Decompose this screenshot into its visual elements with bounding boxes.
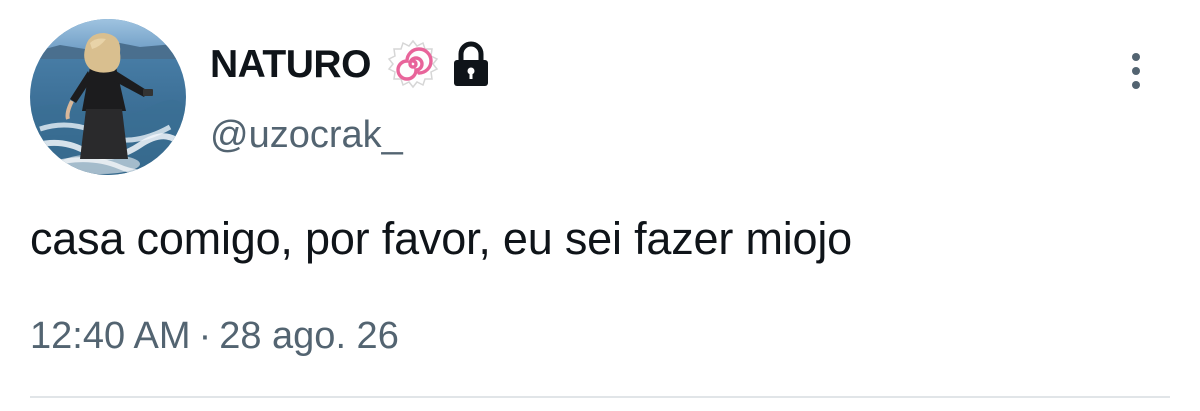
tweet-card: NATURO @uzocrak_ casa comigo, por favor,…	[0, 0, 1200, 411]
user-handle[interactable]: @uzocrak_	[210, 116, 403, 154]
divider	[30, 396, 1170, 398]
naruto-spiral-icon	[387, 38, 439, 90]
display-name[interactable]: NATURO	[210, 45, 371, 84]
tweet-date: 28 ago. 26	[219, 315, 399, 357]
timestamp-separator: ·	[198, 315, 212, 357]
more-vertical-icon	[1132, 53, 1140, 89]
avatar-photo	[30, 19, 186, 175]
more-options-button[interactable]	[1120, 48, 1152, 94]
tweet-time: 12:40 AM	[30, 315, 191, 357]
lock-icon	[451, 41, 491, 87]
tweet-timestamp[interactable]: 12:40 AM · 28 ago. 26	[30, 317, 399, 355]
tweet-text: casa comigo, por favor, eu sei fazer mio…	[30, 213, 852, 264]
author-name-row: NATURO	[210, 38, 491, 90]
avatar[interactable]	[30, 19, 186, 175]
